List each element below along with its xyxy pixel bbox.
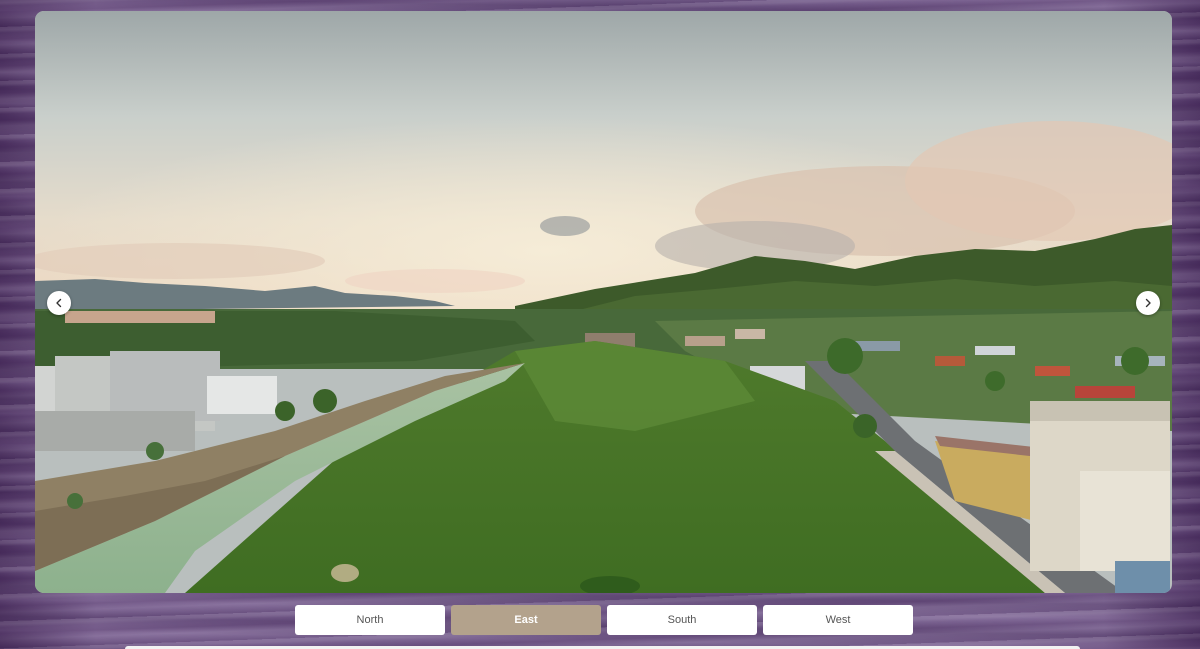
- panorama-image[interactable]: [35, 11, 1172, 593]
- tab-south[interactable]: South: [607, 605, 757, 635]
- tab-east[interactable]: East: [451, 605, 601, 635]
- previous-arrow-button[interactable]: [47, 291, 71, 315]
- tab-north[interactable]: North: [295, 605, 445, 635]
- chevron-right-icon: [1145, 298, 1151, 308]
- tab-west[interactable]: West: [763, 605, 913, 635]
- direction-tabs: North East South West: [295, 605, 913, 635]
- next-arrow-button[interactable]: [1136, 291, 1160, 315]
- chevron-left-icon: [56, 298, 62, 308]
- panorama-viewer[interactable]: [35, 11, 1172, 593]
